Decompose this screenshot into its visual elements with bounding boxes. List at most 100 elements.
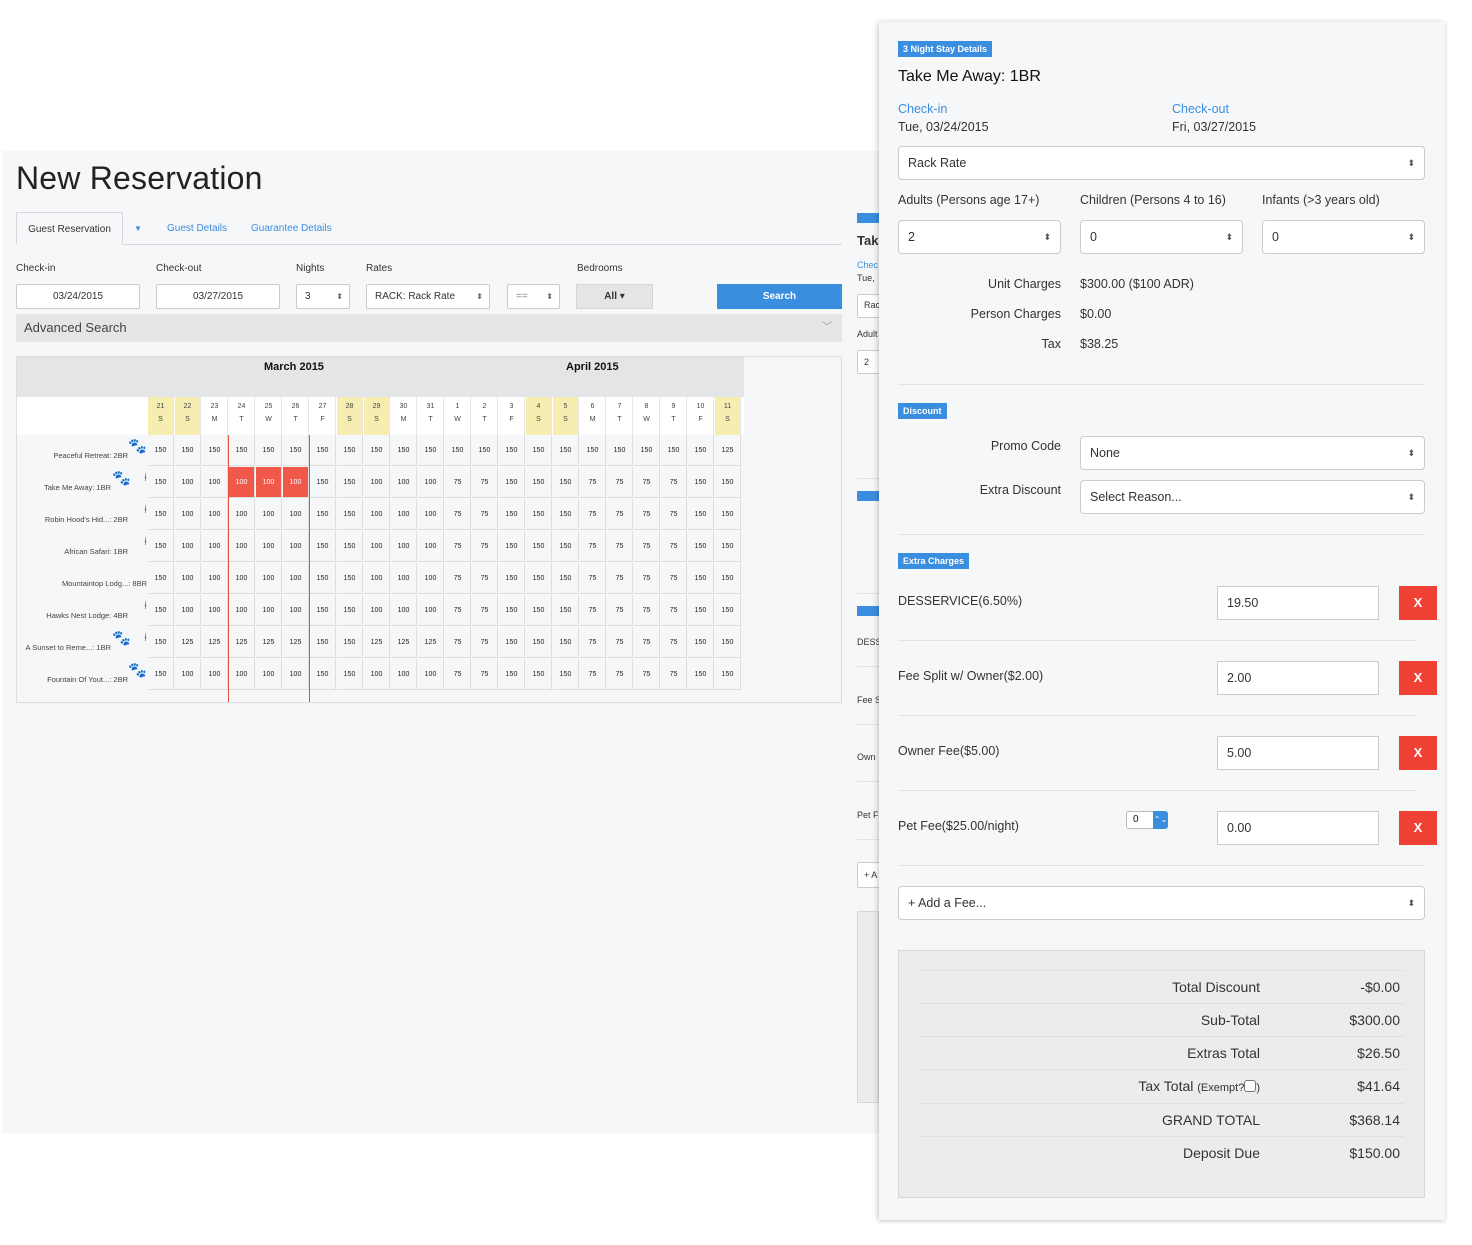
extra-charge-amount-input[interactable]: 19.50: [1217, 586, 1379, 620]
rate-cell[interactable]: 75: [580, 627, 606, 658]
rate-cell[interactable]: 150: [715, 627, 741, 658]
rate-cell[interactable]: 150: [688, 627, 714, 658]
rate-cell[interactable]: 150: [499, 595, 525, 626]
rate-cell[interactable]: 125: [418, 627, 444, 658]
rate-cell[interactable]: 75: [580, 499, 606, 530]
remove-charge-button[interactable]: X: [1399, 811, 1437, 845]
rate-cell[interactable]: 100: [391, 563, 417, 594]
tab-guest-reservation[interactable]: Guest Reservation: [16, 212, 123, 245]
rate-cell[interactable]: 150: [715, 531, 741, 562]
rate-cell[interactable]: 100: [364, 659, 390, 690]
rate-cell[interactable]: 100: [391, 595, 417, 626]
rate-cell[interactable]: 75: [472, 467, 498, 498]
rate-cell[interactable]: 75: [472, 563, 498, 594]
rate-cell[interactable]: 150: [553, 435, 579, 466]
rate-cell[interactable]: 150: [148, 595, 174, 626]
rate-cell[interactable]: 75: [661, 531, 687, 562]
rate-cell[interactable]: 75: [661, 627, 687, 658]
rate-cell[interactable]: 150: [688, 435, 714, 466]
rate-cell[interactable]: 125: [391, 627, 417, 658]
rate-cell[interactable]: 75: [445, 499, 471, 530]
rate-cell[interactable]: 100: [391, 531, 417, 562]
rate-cell[interactable]: 100: [175, 499, 201, 530]
stepper-arrows-icon[interactable]: ⌃⌄: [1153, 811, 1168, 829]
rate-cell[interactable]: 75: [634, 595, 660, 626]
rate-cell[interactable]: 150: [688, 531, 714, 562]
rate-cell[interactable]: 75: [634, 659, 660, 690]
rate-cell[interactable]: 100: [229, 499, 255, 530]
rate-cell[interactable]: 100: [229, 563, 255, 594]
rate-cell[interactable]: 100: [229, 531, 255, 562]
tax-exempt-checkbox[interactable]: [1244, 1080, 1257, 1092]
rate-cell[interactable]: 75: [580, 531, 606, 562]
rate-cell[interactable]: 75: [661, 499, 687, 530]
rate-cell[interactable]: 150: [337, 659, 363, 690]
rate-cell[interactable]: 150: [337, 595, 363, 626]
rate-cell[interactable]: 75: [607, 499, 633, 530]
unit-name-cell[interactable]: Peaceful Retreat: 2BR 🐾: [17, 435, 148, 467]
rate-cell[interactable]: 75: [580, 563, 606, 594]
rate-cell[interactable]: 150: [526, 563, 552, 594]
rate-cell[interactable]: 150: [310, 499, 336, 530]
tab-guarantee-details[interactable]: Guarantee Details: [251, 212, 332, 245]
rate-cell[interactable]: 100: [175, 467, 201, 498]
unit-name-cell[interactable]: Hawks Nest Lodge: 4BR ⟊: [17, 595, 148, 627]
rate-cell[interactable]: 100: [418, 499, 444, 530]
checkin-input[interactable]: 03/24/2015: [16, 284, 140, 309]
rate-cell[interactable]: 75: [634, 563, 660, 594]
rate-cell[interactable]: 150: [526, 467, 552, 498]
rate-cell[interactable]: 150: [148, 563, 174, 594]
rate-cell[interactable]: 150: [580, 435, 606, 466]
rate-cell[interactable]: 75: [445, 627, 471, 658]
rate-cell[interactable]: 75: [445, 531, 471, 562]
rate-cell[interactable]: 150: [688, 659, 714, 690]
rate-cell[interactable]: 150: [310, 531, 336, 562]
rate-cell[interactable]: 150: [715, 499, 741, 530]
rate-cell[interactable]: 100: [364, 563, 390, 594]
rate-cell[interactable]: 75: [634, 499, 660, 530]
rate-cell[interactable]: 100: [283, 595, 309, 626]
rate-cell[interactable]: 150: [283, 435, 309, 466]
rate-cell[interactable]: 75: [634, 467, 660, 498]
rate-cell[interactable]: 150: [229, 435, 255, 466]
rate-cell[interactable]: 75: [472, 627, 498, 658]
rate-cell[interactable]: 75: [445, 467, 471, 498]
rate-cell[interactable]: 100: [418, 467, 444, 498]
remove-charge-button[interactable]: X: [1399, 736, 1437, 770]
rate-cell[interactable]: 150: [715, 595, 741, 626]
rate-cell[interactable]: 150: [499, 627, 525, 658]
operator-select[interactable]: == ⬍: [507, 284, 560, 309]
rate-cell[interactable]: 100: [283, 563, 309, 594]
rate-cell[interactable]: 75: [607, 531, 633, 562]
rate-cell[interactable]: 100: [283, 531, 309, 562]
rate-cell[interactable]: 100: [175, 659, 201, 690]
children-select[interactable]: 0 ⬍: [1080, 220, 1243, 254]
rate-cell[interactable]: 100: [364, 595, 390, 626]
rate-cell[interactable]: 150: [418, 435, 444, 466]
rate-cell[interactable]: 100: [202, 467, 228, 498]
rate-cell[interactable]: 150: [148, 659, 174, 690]
rate-cell[interactable]: 150: [688, 563, 714, 594]
rate-cell[interactable]: 125: [283, 627, 309, 658]
rate-cell[interactable]: 150: [553, 595, 579, 626]
search-button[interactable]: Search: [717, 284, 842, 309]
rate-cell[interactable]: 150: [499, 563, 525, 594]
rate-cell[interactable]: 150: [310, 627, 336, 658]
rate-cell[interactable]: 75: [445, 595, 471, 626]
rate-cell[interactable]: 150: [175, 435, 201, 466]
rate-cell[interactable]: 100: [391, 499, 417, 530]
rate-cell[interactable]: 150: [715, 563, 741, 594]
rate-cell[interactable]: 100: [229, 659, 255, 690]
rate-cell[interactable]: 100: [256, 531, 282, 562]
rate-cell[interactable]: 150: [688, 499, 714, 530]
checkin-link[interactable]: Check-in: [898, 102, 947, 116]
extra-charge-amount-input[interactable]: 0.00: [1217, 811, 1379, 845]
bedrooms-dropdown-button[interactable]: All ▾: [576, 284, 653, 309]
rate-cell[interactable]: 150: [607, 435, 633, 466]
rate-cell[interactable]: 150: [202, 435, 228, 466]
rate-cell[interactable]: 100: [418, 659, 444, 690]
rate-cell[interactable]: 75: [661, 595, 687, 626]
rate-cell[interactable]: 150: [688, 595, 714, 626]
rate-cell[interactable]: 75: [661, 563, 687, 594]
rate-cell[interactable]: 150: [310, 563, 336, 594]
